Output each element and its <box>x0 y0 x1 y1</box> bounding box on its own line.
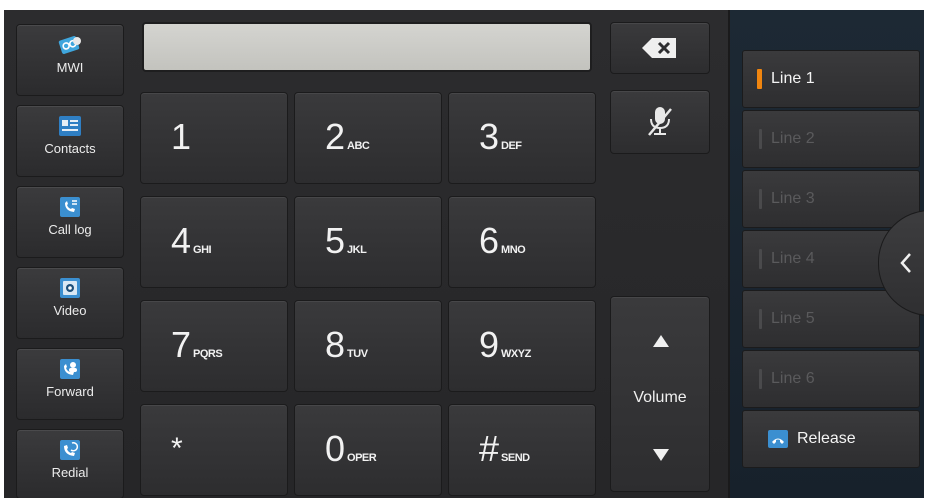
call-log-button[interactable]: Call log <box>16 186 124 258</box>
line-1-button[interactable]: Line 1 <box>742 50 920 108</box>
release-icon <box>768 430 788 448</box>
key-2[interactable]: 2 ABC <box>294 92 442 184</box>
call-log-icon <box>60 197 80 217</box>
key-5-digit: 5 JKL <box>325 220 367 261</box>
key-9-digit: 9 WXYZ <box>479 324 531 365</box>
forward-icon <box>60 359 80 379</box>
key-7[interactable]: 7 PQRS <box>140 300 288 392</box>
key-8[interactable]: 8 TUV <box>294 300 442 392</box>
chevron-left-icon <box>900 253 911 273</box>
video-icon <box>60 278 80 298</box>
line-3-indicator <box>759 189 762 209</box>
redial-button[interactable]: Redial <box>16 429 124 498</box>
key-star-symbol: * <box>171 432 183 465</box>
key-5[interactable]: 5 JKL <box>294 196 442 288</box>
forward-button[interactable]: Forward <box>16 348 124 420</box>
line-6-indicator <box>759 369 762 389</box>
key-6-digit: 6 MNO <box>479 220 526 261</box>
mwi-label: MWI <box>56 60 84 75</box>
release-button[interactable]: Release <box>742 410 920 468</box>
key-7-digit: 7 PQRS <box>171 324 223 365</box>
key-star[interactable]: * <box>140 404 288 496</box>
line-1-label: Line 1 <box>771 70 815 87</box>
line-1-indicator <box>757 69 762 89</box>
mic-mute-icon <box>648 107 672 136</box>
line-3-label: Line 3 <box>771 190 815 207</box>
line-5-label: Line 5 <box>771 310 815 327</box>
line-2-indicator <box>759 129 762 149</box>
contacts-icon <box>59 116 81 136</box>
forward-label: Forward <box>46 384 94 399</box>
redial-label: Redial <box>51 465 89 480</box>
key-1-digit: 1 <box>171 116 192 157</box>
key-8-digit: 8 TUV <box>325 324 368 365</box>
line-6-button[interactable]: Line 6 <box>742 350 920 408</box>
release-label: Release <box>797 430 856 447</box>
mute-button[interactable] <box>610 90 710 154</box>
line-5-indicator <box>759 309 762 329</box>
volume-up-icon[interactable] <box>651 333 671 349</box>
volume-down-icon[interactable] <box>651 447 671 463</box>
call-log-label: Call log <box>48 222 92 237</box>
line-panel: Line 1 Line 2 Line 3 Line 4 Line 5 Line … <box>730 10 924 498</box>
key-hash-symbol: # SEND <box>479 428 530 469</box>
key-1[interactable]: 1 <box>140 92 288 184</box>
key-6[interactable]: 6 MNO <box>448 196 596 288</box>
mwi-button[interactable]: MWI <box>16 24 124 96</box>
line-4-label: Line 4 <box>771 250 815 267</box>
key-9[interactable]: 9 WXYZ <box>448 300 596 392</box>
line-3-button[interactable]: Line 3 <box>742 170 920 228</box>
contacts-label: Contacts <box>44 141 96 156</box>
key-hash[interactable]: # SEND <box>448 404 596 496</box>
line-2-label: Line 2 <box>771 130 815 147</box>
voicemail-icon <box>58 36 81 54</box>
contacts-button[interactable]: Contacts <box>16 105 124 177</box>
video-label: Video <box>53 303 87 318</box>
number-display[interactable] <box>142 22 592 72</box>
line-4-indicator <box>759 249 762 269</box>
volume-control: Volume <box>610 296 710 492</box>
redial-icon <box>60 440 80 460</box>
line-2-button[interactable]: Line 2 <box>742 110 920 168</box>
key-4[interactable]: 4 GHI <box>140 196 288 288</box>
video-button[interactable]: Video <box>16 267 124 339</box>
key-0[interactable]: 0 OPER <box>294 404 442 496</box>
line-6-label: Line 6 <box>771 370 815 387</box>
volume-label: Volume <box>633 389 687 406</box>
key-4-digit: 4 GHI <box>171 220 212 261</box>
key-3-digit: 3 DEF <box>479 116 522 157</box>
backspace-icon <box>642 38 676 58</box>
phone-screen: MWI Contacts Call log Video Forward Redi… <box>4 10 924 498</box>
key-0-digit: 0 OPER <box>325 428 377 469</box>
backspace-button[interactable] <box>610 22 710 74</box>
key-3[interactable]: 3 DEF <box>448 92 596 184</box>
key-2-digit: 2 ABC <box>325 116 370 157</box>
dialer-panel: MWI Contacts Call log Video Forward Redi… <box>4 10 730 498</box>
